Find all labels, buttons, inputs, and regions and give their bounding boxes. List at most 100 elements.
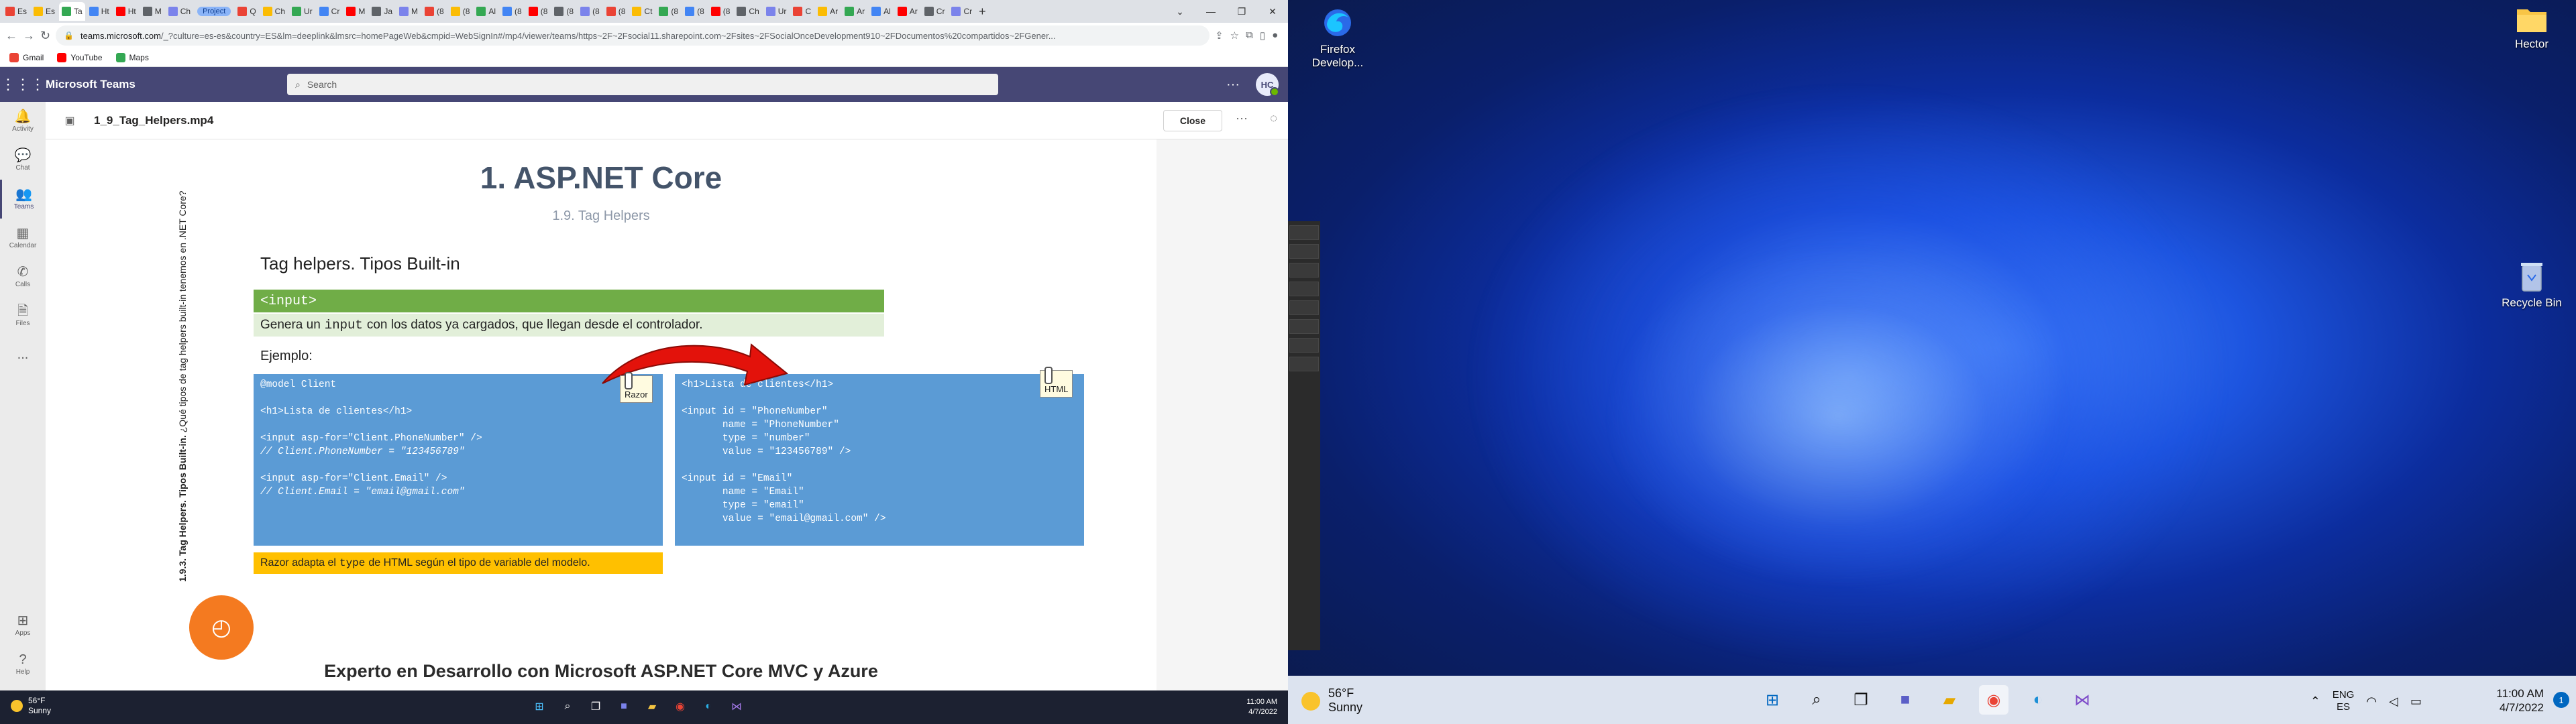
browser-tab[interactable]: Al — [474, 2, 498, 21]
rail-item-activity[interactable]: 🔔 Activity — [0, 102, 46, 141]
rail-item-calls[interactable]: ✆ Calls — [0, 257, 46, 296]
conversation-icon[interactable]: ◌ — [1270, 111, 1277, 125]
browser-tab[interactable]: Ur — [763, 2, 790, 21]
rail-item-files[interactable]: 🗎 Files — [0, 296, 46, 335]
browser-tab[interactable]: Cr — [317, 2, 343, 21]
edge-icon[interactable]: ◐ — [699, 697, 718, 716]
browser-tab[interactable]: (8 — [578, 2, 602, 21]
clock[interactable]: 11:00 AM 4/7/2022 — [2496, 686, 2544, 715]
share-icon[interactable]: ⇪ — [1215, 29, 1224, 42]
search-input[interactable]: ⌕ Search — [287, 74, 998, 95]
battery-icon[interactable]: ▭ — [2410, 695, 2422, 709]
start-icon[interactable]: ⊞ — [1758, 685, 1787, 715]
star-icon[interactable]: ☆ — [1230, 29, 1239, 42]
desktop-icon-recycle-bin[interactable]: Recycle Bin — [2498, 260, 2565, 310]
browser-tab[interactable]: (8 — [422, 2, 447, 21]
browser-tab[interactable]: Es — [3, 2, 30, 21]
app-launcher-icon[interactable]: ⋮⋮⋮ — [0, 76, 46, 93]
teams-chat-icon[interactable]: ■ — [614, 697, 633, 716]
browser-tab[interactable]: Ch — [734, 2, 761, 21]
browser-tab[interactable]: (8 — [526, 2, 551, 21]
browser-tab[interactable]: Ar — [815, 2, 841, 21]
reload-button[interactable]: ↻ — [40, 26, 50, 45]
browser-tab[interactable]: Ht — [113, 2, 139, 21]
rail-item-help[interactable]: ? Help — [0, 645, 46, 684]
task-view-icon[interactable]: ❐ — [1846, 685, 1876, 715]
tab-group-project[interactable]: Project — [195, 2, 233, 21]
desktop-icon-hector[interactable]: Hector — [2498, 5, 2565, 51]
task-view-icon[interactable]: ❐ — [586, 697, 605, 716]
avatar[interactable]: HC — [1256, 73, 1279, 97]
rail-item-teams[interactable]: 👥 Teams — [0, 180, 46, 219]
browser-tab[interactable]: Ht — [87, 2, 112, 21]
close-window-button[interactable]: ✕ — [1257, 0, 1288, 23]
restore-button[interactable]: ❐ — [1226, 0, 1257, 23]
browser-tab[interactable]: Al — [869, 2, 894, 21]
forward-button[interactable]: → — [23, 26, 35, 45]
file-explorer-icon[interactable]: ▰ — [643, 697, 661, 716]
wifi-icon[interactable]: ◠ — [2366, 695, 2377, 709]
video-player[interactable]: 1. ASP.NET Core 1.9. Tag Helpers 1.9.3. … — [46, 139, 1288, 690]
weather-widget[interactable]: 56°F Sunny — [1301, 686, 1362, 715]
browser-tab[interactable]: M — [140, 2, 164, 21]
browser-tab[interactable]: Ur — [289, 2, 315, 21]
bookmark-youtube[interactable]: YouTube — [57, 52, 103, 62]
browser-tab[interactable]: M — [396, 2, 421, 21]
bookmark-gmail[interactable]: Gmail — [9, 52, 44, 62]
extensions-icon[interactable]: ⧉ — [1246, 29, 1253, 42]
close-button[interactable]: Close — [1163, 110, 1222, 131]
rail-item-apps[interactable]: ⊞ Apps — [0, 606, 46, 645]
clock[interactable]: 11:00 AM 4/7/2022 — [1246, 697, 1277, 717]
browser-tab[interactable]: Es — [31, 2, 58, 21]
browser-tab[interactable]: (8 — [682, 2, 707, 21]
lock-icon[interactable]: 🔒 — [64, 31, 74, 40]
minimize-button[interactable]: — — [1195, 0, 1226, 23]
browser-tab[interactable]: Ch — [260, 2, 288, 21]
chrome-icon[interactable]: ◉ — [671, 697, 690, 716]
browser-tab[interactable]: (8 — [500, 2, 525, 21]
browser-tab[interactable]: Ta — [59, 2, 85, 21]
browser-tab[interactable]: Ar — [895, 2, 920, 21]
browser-tab[interactable]: Ja — [369, 2, 395, 21]
chevron-up-icon[interactable]: ⌃ — [2310, 695, 2320, 709]
visual-studio-icon[interactable]: ⋈ — [727, 697, 746, 716]
visual-studio-icon[interactable]: ⋈ — [2068, 685, 2097, 715]
search-icon[interactable]: ⌕ — [1802, 685, 1831, 715]
browser-tab[interactable]: Q — [235, 2, 258, 21]
sidebar-icon[interactable]: ▯ — [1260, 29, 1265, 42]
weather-widget[interactable]: 56°F Sunny — [11, 696, 51, 716]
browser-tab[interactable]: (8 — [656, 2, 681, 21]
new-tab-button[interactable]: + — [976, 2, 989, 21]
desktop-icon-firefox[interactable]: Firefox Develop... — [1304, 7, 1371, 70]
browser-tab[interactable]: (8 — [551, 2, 576, 21]
browser-tab[interactable]: Ch — [166, 2, 193, 21]
rail-item-calendar[interactable]: ▦ Calendar — [0, 219, 46, 257]
rail-more-button[interactable]: ... — [0, 335, 46, 374]
browser-tab[interactable]: M — [343, 2, 368, 21]
browser-tab[interactable]: Ar — [842, 2, 867, 21]
browser-tab[interactable]: Cr — [949, 2, 975, 21]
bookmark-maps[interactable]: Maps — [115, 52, 149, 62]
back-button[interactable]: ← — [5, 26, 17, 45]
notification-badge[interactable]: 1 — [2553, 692, 2569, 708]
browser-tab[interactable]: Cr — [922, 2, 948, 21]
browser-tab[interactable]: (8 — [604, 2, 629, 21]
file-explorer-icon[interactable]: ▰ — [1935, 685, 1964, 715]
browser-tab[interactable]: (8 — [448, 2, 473, 21]
browser-tab[interactable]: Ct — [629, 2, 655, 21]
browser-tab[interactable]: (8 — [708, 2, 733, 21]
edge-icon[interactable]: ◐ — [2023, 685, 2053, 715]
language-indicator[interactable]: ENG ES — [2332, 689, 2355, 713]
teams-chat-icon[interactable]: ■ — [1890, 685, 1920, 715]
search-icon[interactable]: ⌕ — [558, 697, 577, 716]
volume-icon[interactable]: ◁ — [2389, 695, 2398, 709]
browser-tab[interactable]: C — [790, 2, 814, 21]
chrome-icon[interactable]: ◉ — [1979, 685, 2008, 715]
profile-icon[interactable]: ● — [1272, 29, 1278, 42]
start-icon[interactable]: ⊞ — [530, 697, 549, 716]
tab-search-icon[interactable]: ⌄ — [1165, 0, 1195, 23]
address-bar[interactable]: 🔒 teams.microsoft.com /_?culture=es-es&c… — [56, 25, 1210, 46]
more-icon[interactable]: ··· — [1236, 111, 1248, 125]
rail-item-chat[interactable]: 💬 Chat — [0, 141, 46, 180]
more-options-icon[interactable]: ··· — [1226, 77, 1240, 93]
